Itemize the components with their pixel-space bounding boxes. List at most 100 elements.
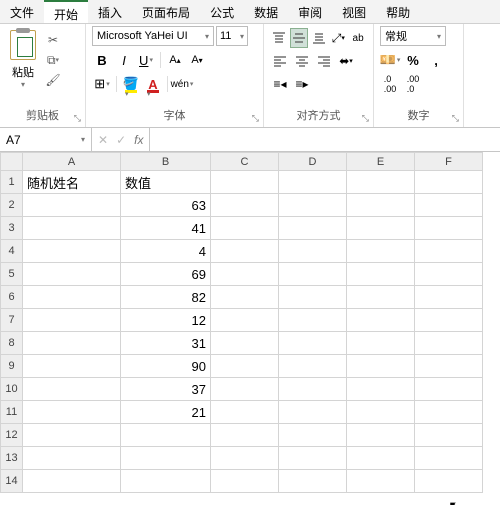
number-dialog-icon[interactable]: ⤡ [452,113,459,124]
format-painter-button[interactable]: 🖌 [44,72,62,88]
percent-button[interactable]: % [403,50,423,70]
cell-B4[interactable]: 4 [121,240,211,263]
copy-button[interactable]: ⧉▾ [44,52,62,68]
cell-E9[interactable] [347,355,415,378]
align-dialog-icon[interactable]: ⤡ [362,113,369,124]
cell-F9[interactable] [415,355,483,378]
cell-A13[interactable] [23,447,121,470]
cell-A14[interactable] [23,470,121,493]
row-header-13[interactable]: 13 [1,447,23,470]
paste-button[interactable]: 粘贴 ▾ [6,30,40,89]
menu-view[interactable]: 视图 [332,0,376,23]
cell-A11[interactable] [23,401,121,424]
cell-E7[interactable] [347,309,415,332]
row-header-4[interactable]: 4 [1,240,23,263]
cell-F2[interactable] [415,194,483,217]
menu-formula[interactable]: 公式 [200,0,244,23]
cut-button[interactable]: ✂ [44,32,62,48]
cell-F1[interactable] [415,171,483,194]
cell-A4[interactable] [23,240,121,263]
cell-D3[interactable] [279,217,347,240]
number-format-select[interactable]: 常规▾ [380,26,446,46]
font-color-button[interactable]: A [143,74,163,94]
wrap-text-button[interactable]: ab [349,28,367,48]
row-header-10[interactable]: 10 [1,378,23,401]
cell-F13[interactable] [415,447,483,470]
row-header-3[interactable]: 3 [1,217,23,240]
cell-A2[interactable] [23,194,121,217]
font-size-select[interactable]: 11▾ [216,26,248,46]
align-middle-button[interactable] [290,28,308,48]
cell-B12[interactable] [121,424,211,447]
cell-B7[interactable]: 12 [121,309,211,332]
cell-D9[interactable] [279,355,347,378]
orientation-button[interactable]: ⤢▾ [329,28,347,48]
cell-C4[interactable] [211,240,279,263]
align-bottom-button[interactable] [310,28,328,48]
cell-C12[interactable] [211,424,279,447]
cancel-formula-icon[interactable]: ✕ [98,133,108,147]
phonetic-button[interactable]: wén [172,74,192,94]
underline-button[interactable]: U [136,50,156,70]
cell-A10[interactable] [23,378,121,401]
align-left-button[interactable] [270,51,290,71]
row-header-2[interactable]: 2 [1,194,23,217]
cell-B13[interactable] [121,447,211,470]
row-header-14[interactable]: 14 [1,470,23,493]
align-center-button[interactable] [292,51,312,71]
spreadsheet-grid[interactable]: ABCDEF1随机姓名数值263341445696827128319901037… [0,152,500,505]
col-header-D[interactable]: D [279,153,347,171]
cell-C3[interactable] [211,217,279,240]
row-header-9[interactable]: 9 [1,355,23,378]
cell-D7[interactable] [279,309,347,332]
row-header-1[interactable]: 1 [1,171,23,194]
cell-F6[interactable] [415,286,483,309]
cell-C13[interactable] [211,447,279,470]
cell-D12[interactable] [279,424,347,447]
cell-E5[interactable] [347,263,415,286]
cell-A1[interactable]: 随机姓名 [23,171,121,194]
cell-D11[interactable] [279,401,347,424]
align-top-button[interactable] [270,28,288,48]
border-button[interactable]: ⊞ [92,74,112,94]
font-name-select[interactable]: Microsoft YaHei UI▾ [92,26,214,46]
merge-button[interactable]: ⬌▾ [336,51,356,71]
cell-D6[interactable] [279,286,347,309]
cell-B6[interactable]: 82 [121,286,211,309]
cell-A8[interactable] [23,332,121,355]
decrease-decimal-button[interactable]: .00.0 [403,74,423,94]
row-header-7[interactable]: 7 [1,309,23,332]
cell-F3[interactable] [415,217,483,240]
cell-C11[interactable] [211,401,279,424]
accept-formula-icon[interactable]: ✓ [116,133,126,147]
cell-F8[interactable] [415,332,483,355]
cell-A6[interactable] [23,286,121,309]
font-dialog-icon[interactable]: ⤡ [252,113,259,124]
cell-E10[interactable] [347,378,415,401]
cell-A3[interactable] [23,217,121,240]
cell-B5[interactable]: 69 [121,263,211,286]
clipboard-dialog-icon[interactable]: ⤡ [74,113,81,124]
cell-D2[interactable] [279,194,347,217]
cell-E4[interactable] [347,240,415,263]
align-right-button[interactable] [314,51,334,71]
increase-decimal-button[interactable]: .0.00 [380,74,400,94]
cell-B14[interactable] [121,470,211,493]
cell-C9[interactable] [211,355,279,378]
cell-A9[interactable] [23,355,121,378]
col-header-F[interactable]: F [415,153,483,171]
col-header-C[interactable]: C [211,153,279,171]
menu-insert[interactable]: 插入 [88,0,132,23]
cell-C2[interactable] [211,194,279,217]
select-all-corner[interactable] [1,153,23,171]
row-header-6[interactable]: 6 [1,286,23,309]
cell-D13[interactable] [279,447,347,470]
menu-data[interactable]: 数据 [244,0,288,23]
cell-C5[interactable] [211,263,279,286]
italic-button[interactable]: I [114,50,134,70]
cell-C7[interactable] [211,309,279,332]
cell-B3[interactable]: 41 [121,217,211,240]
cell-A5[interactable] [23,263,121,286]
cell-C10[interactable] [211,378,279,401]
cell-F7[interactable] [415,309,483,332]
